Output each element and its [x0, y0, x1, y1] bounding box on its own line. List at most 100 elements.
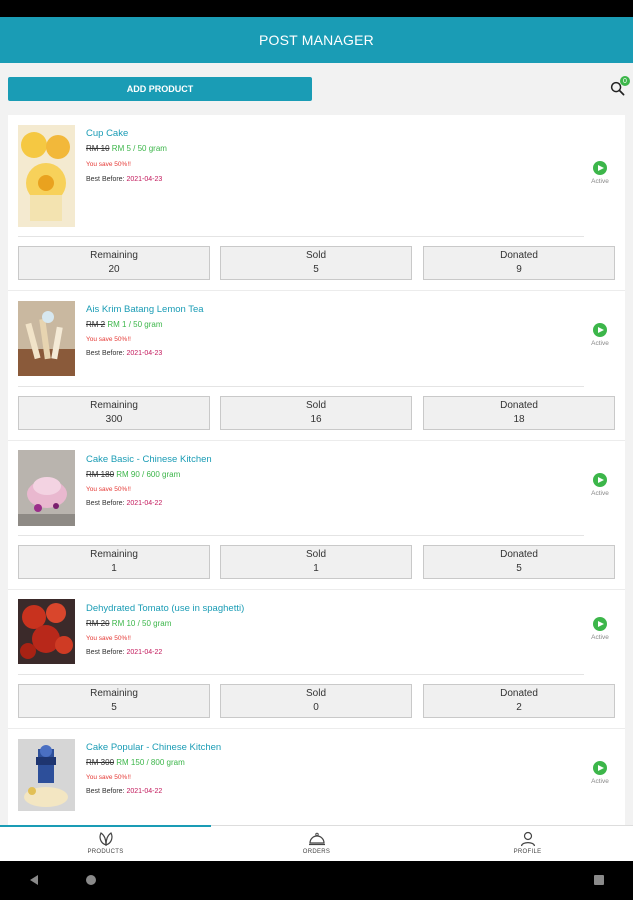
discount-price: RM 150 / 800 gram: [116, 758, 185, 767]
divider: [18, 674, 584, 675]
remaining-value: 1: [111, 563, 117, 574]
original-price: RM 10: [86, 144, 110, 153]
product-image: [18, 450, 75, 526]
play-icon: [593, 617, 607, 631]
donated-value: 9: [516, 264, 522, 275]
divider: [18, 535, 584, 536]
sold-value: 16: [310, 414, 322, 425]
product-price: RM 2 RM 1 / 50 gram: [86, 320, 163, 329]
status-label: Active: [591, 178, 609, 185]
best-before-label: Best Before:: [86, 788, 125, 795]
remaining-label: Remaining: [90, 250, 138, 261]
add-product-button[interactable]: ADD PRODUCT: [8, 77, 312, 101]
original-price: RM 300: [86, 758, 115, 767]
savings-text: You save 50%!!: [86, 486, 131, 493]
best-before: Best Before: 2021-04-22: [86, 788, 162, 795]
donated-value: 18: [513, 414, 525, 425]
system-navigation-bar: [0, 861, 633, 900]
savings-text: You save 50%!!: [86, 774, 131, 781]
status-bar: [0, 0, 633, 17]
remaining-value: 5: [111, 702, 117, 713]
remaining-stat: Remaining 20: [18, 246, 210, 280]
play-icon: [593, 761, 607, 775]
best-before-date: 2021-04-22: [126, 500, 163, 507]
toolbar: ADD PRODUCT 0: [0, 63, 633, 115]
donated-label: Donated: [500, 250, 538, 261]
sold-label: Sold: [305, 400, 326, 411]
product-image: [18, 599, 75, 664]
best-before: Best Before: 2021-04-23: [86, 176, 162, 183]
product-name[interactable]: Ais Krim Batang Lemon Tea: [86, 304, 204, 315]
cloche-icon: [308, 832, 325, 846]
leaf-icon: [98, 832, 113, 846]
status-toggle[interactable]: Active: [588, 473, 612, 497]
tab-profile-label: PROFILE: [513, 849, 542, 855]
status-label: Active: [591, 778, 609, 785]
discount-price: RM 5 / 50 gram: [111, 144, 167, 153]
remaining-stat: Remaining 300: [18, 396, 210, 430]
status-label: Active: [591, 490, 609, 497]
tab-products[interactable]: PRODUCTS: [0, 826, 211, 862]
tab-products-label: PRODUCTS: [87, 849, 124, 855]
best-before-date: 2021-04-23: [126, 350, 163, 357]
original-price: RM 20: [86, 619, 110, 628]
tab-orders[interactable]: ORDERS: [211, 826, 422, 862]
donated-stat: Donated 9: [423, 246, 615, 280]
sold-stat: Sold 5: [220, 246, 412, 280]
status-toggle[interactable]: Active: [588, 617, 612, 641]
sold-label: Sold: [305, 549, 326, 560]
discount-price: RM 90 / 600 gram: [116, 470, 181, 479]
sold-stat: Sold 16: [220, 396, 412, 430]
best-before-label: Best Before:: [86, 176, 125, 183]
best-before-date: 2021-04-22: [126, 788, 163, 795]
status-label: Active: [591, 634, 609, 641]
product-list[interactable]: Cup Cake RM 10 RM 5 / 50 gram You save 5…: [8, 115, 625, 825]
product-card[interactable]: Cake Popular - Chinese Kitchen RM 300 RM…: [8, 729, 625, 825]
product-price: RM 300 RM 150 / 800 gram: [86, 758, 185, 767]
product-price: RM 10 RM 5 / 50 gram: [86, 144, 167, 153]
product-name[interactable]: Cake Popular - Chinese Kitchen: [86, 742, 221, 753]
sold-label: Sold: [305, 250, 326, 261]
best-before: Best Before: 2021-04-23: [86, 350, 162, 357]
remaining-stat: Remaining 5: [18, 684, 210, 718]
remaining-label: Remaining: [90, 688, 138, 699]
remaining-stat: Remaining 1: [18, 545, 210, 579]
product-card[interactable]: Dehydrated Tomato (use in spaghetti) RM …: [8, 590, 625, 690]
donated-stat: Donated 2: [423, 684, 615, 718]
status-toggle[interactable]: Active: [588, 161, 612, 185]
divider: [18, 236, 584, 237]
status-toggle[interactable]: Active: [588, 323, 612, 347]
user-icon: [520, 831, 535, 847]
product-card[interactable]: Ais Krim Batang Lemon Tea RM 2 RM 1 / 50…: [8, 291, 625, 401]
notification-badge: 0: [620, 76, 630, 86]
sold-value: 1: [313, 563, 319, 574]
product-name[interactable]: Cup Cake: [86, 128, 128, 139]
sold-value: 5: [313, 264, 319, 275]
donated-label: Donated: [500, 688, 538, 699]
product-card[interactable]: Cup Cake RM 10 RM 5 / 50 gram You save 5…: [8, 115, 625, 237]
tab-profile[interactable]: PROFILE: [422, 826, 633, 862]
sold-stat: Sold 1: [220, 545, 412, 579]
best-before-label: Best Before:: [86, 649, 125, 656]
play-icon: [593, 161, 607, 175]
divider: [18, 386, 584, 387]
play-icon: [593, 323, 607, 337]
page-title: POST MANAGER: [259, 32, 374, 48]
search-button[interactable]: 0: [610, 76, 630, 99]
donated-label: Donated: [500, 549, 538, 560]
tab-orders-label: ORDERS: [302, 849, 331, 855]
product-name[interactable]: Dehydrated Tomato (use in spaghetti): [86, 603, 244, 614]
discount-price: RM 1 / 50 gram: [107, 320, 163, 329]
status-toggle[interactable]: Active: [588, 761, 612, 785]
recents-icon[interactable]: [593, 874, 605, 886]
home-icon[interactable]: [85, 874, 97, 886]
remaining-label: Remaining: [90, 400, 138, 411]
sold-value: 0: [313, 702, 319, 713]
best-before-label: Best Before:: [86, 500, 125, 507]
product-name[interactable]: Cake Basic - Chinese Kitchen: [86, 454, 212, 465]
play-icon: [593, 473, 607, 487]
product-image: [18, 301, 75, 376]
donated-value: 5: [516, 563, 522, 574]
back-icon[interactable]: [28, 874, 40, 886]
best-before-label: Best Before:: [86, 350, 125, 357]
